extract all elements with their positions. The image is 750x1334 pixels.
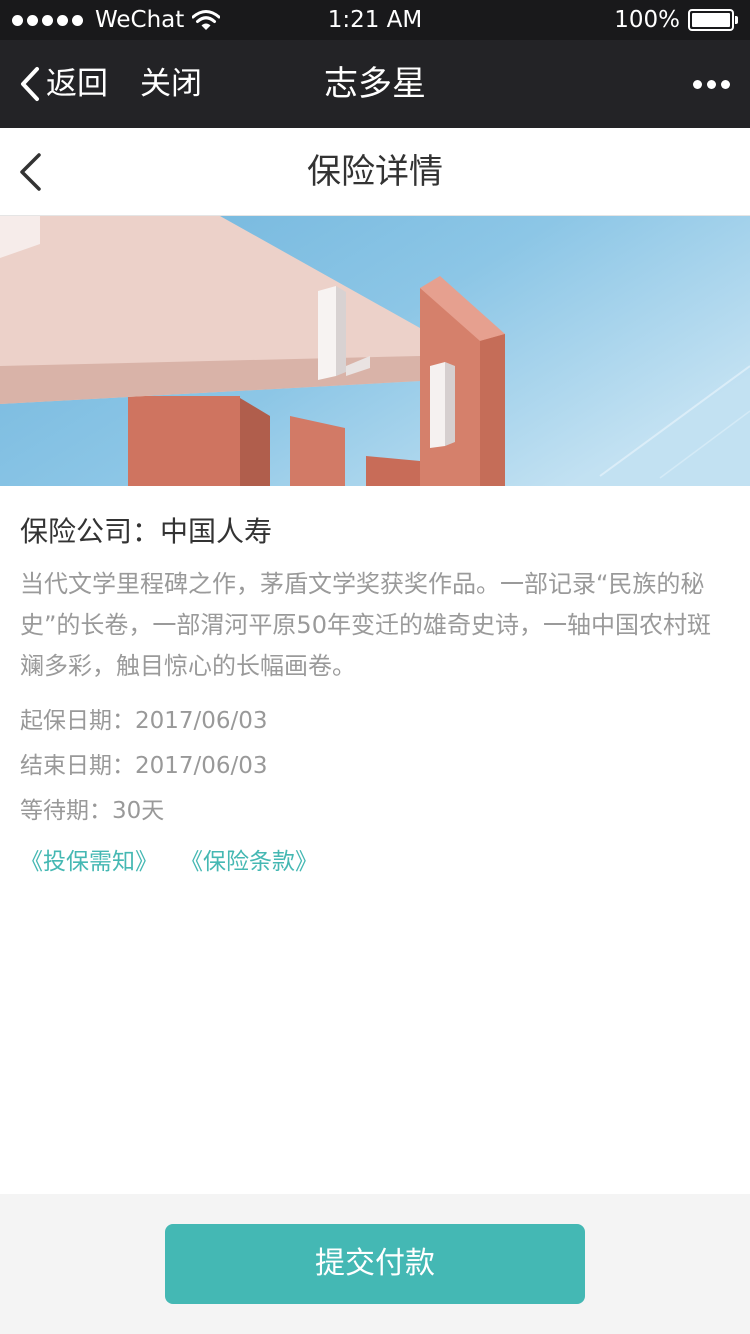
wechat-nav-bar: 返回 关闭 志多星 — [0, 40, 750, 128]
page-title: 保险详情 — [307, 152, 443, 192]
waiting-period: 等待期：30天 — [20, 798, 165, 824]
end-date: 结束日期：2017/06/03 — [20, 753, 268, 779]
battery-icon — [688, 9, 738, 31]
more-options-button[interactable] — [686, 62, 730, 106]
more-dots-icon — [693, 79, 702, 89]
insurance-description: 当代文学里程碑之作，茅盾文学奖获奖作品。一部记录“民族的秘史”的长卷，一部渭河平… — [20, 570, 711, 680]
insurance-details: 保险公司：中国人寿 当代文学里程碑之作，茅盾文学奖获奖作品。一部记录“民族的秘史… — [20, 486, 732, 882]
document-links: 《投保需知》 《保险条款》 — [20, 842, 732, 882]
status-right: 100% — [614, 6, 738, 34]
status-bar: WeChat 1:21 AM 100% — [0, 0, 750, 40]
insurance-company: 保险公司：中国人寿 — [20, 515, 273, 548]
wechat-close-button[interactable]: 关闭 — [140, 62, 202, 106]
insurance-banner-image — [0, 216, 750, 486]
screen: WeChat 1:21 AM 100% 返回 关闭 志多星 保险详情 保险公司：… — [0, 0, 750, 1334]
wechat-back-label: 返回 — [46, 66, 108, 102]
start-date: 起保日期：2017/06/03 — [20, 708, 268, 734]
wechat-back-button[interactable]: 返回 — [20, 62, 108, 106]
page-header: 保险详情 — [0, 128, 750, 216]
chevron-left-icon — [21, 67, 39, 101]
insurance-notice-link[interactable]: 《投保需知》 — [20, 842, 158, 882]
battery-percentage: 100% — [614, 7, 680, 33]
insurance-terms-link[interactable]: 《保险条款》 — [180, 842, 318, 882]
bottom-action-bar: 提交付款 — [0, 1194, 750, 1334]
submit-payment-button[interactable]: 提交付款 — [165, 1224, 585, 1304]
wechat-nav-title: 志多星 — [324, 64, 426, 104]
architecture-photo — [0, 216, 750, 486]
